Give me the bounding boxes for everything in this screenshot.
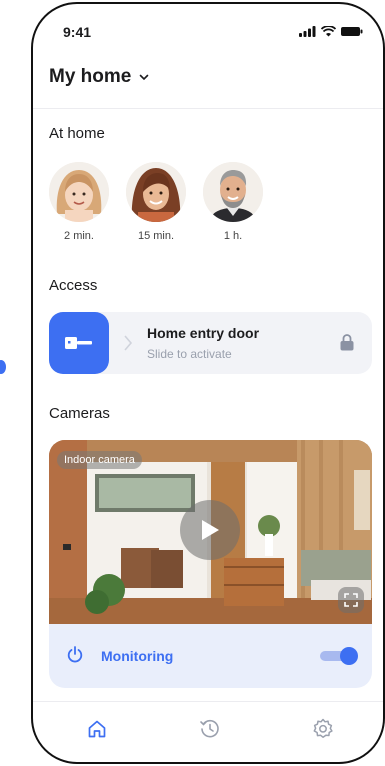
toggle-knob (340, 647, 358, 665)
camera-card: Indoor camera Monitoring (49, 440, 372, 688)
chevron-right-icon (124, 335, 133, 351)
slide-to-unlock-handle[interactable] (49, 312, 109, 374)
status-time: 9:41 (63, 24, 92, 40)
people-list: 2 min. 15 min. 1 h. (49, 162, 263, 242)
home-selector[interactable]: My home (49, 66, 149, 88)
play-icon (202, 520, 219, 540)
access-title: Access (49, 277, 98, 294)
status-icons (299, 26, 363, 37)
person-time: 1 h. (223, 230, 243, 242)
fullscreen-icon (344, 593, 358, 607)
header-divider (33, 108, 383, 109)
lock-icon (340, 334, 354, 351)
person-item[interactable]: 2 min. (49, 162, 109, 242)
fullscreen-button[interactable] (338, 587, 364, 613)
person-time: 15 min. (137, 230, 175, 242)
monitoring-label: Monitoring (101, 648, 174, 664)
side-indicator-dot (0, 360, 6, 374)
tab-history[interactable] (197, 716, 223, 742)
monitoring-row: Monitoring (49, 624, 372, 688)
page-title: My home (49, 66, 132, 87)
tab-home[interactable] (84, 716, 110, 742)
home-icon (88, 720, 106, 738)
door-hint: Slide to activate (147, 347, 232, 361)
cameras-title: Cameras (49, 405, 110, 422)
door-access-card[interactable]: Home entry door Slide to activate (49, 312, 372, 374)
settings-icon (313, 718, 333, 738)
at-home-title: At home (49, 125, 105, 142)
signal-icon (299, 26, 316, 37)
tab-settings[interactable] (310, 716, 336, 742)
wifi-icon (321, 26, 336, 37)
person-item[interactable]: 1 h. (203, 162, 263, 242)
avatar (49, 162, 109, 222)
phone-frame: 9:41 My home At home 2 min. 15 min. 1 h.… (31, 2, 385, 764)
door-name: Home entry door (147, 325, 260, 341)
person-item[interactable]: 15 min. (126, 162, 186, 242)
history-icon (200, 719, 219, 738)
battery-icon (341, 27, 363, 36)
camera-name-badge: Indoor camera (57, 451, 142, 469)
monitoring-toggle[interactable] (320, 647, 358, 665)
tab-bar-divider (33, 701, 383, 702)
key-icon (65, 337, 92, 349)
chevron-down-icon (140, 74, 149, 80)
play-button[interactable] (180, 500, 240, 560)
avatar (203, 162, 263, 222)
power-icon (67, 646, 83, 663)
status-bar: 9:41 (33, 22, 383, 44)
avatar (126, 162, 186, 222)
person-time: 2 min. (64, 230, 94, 242)
